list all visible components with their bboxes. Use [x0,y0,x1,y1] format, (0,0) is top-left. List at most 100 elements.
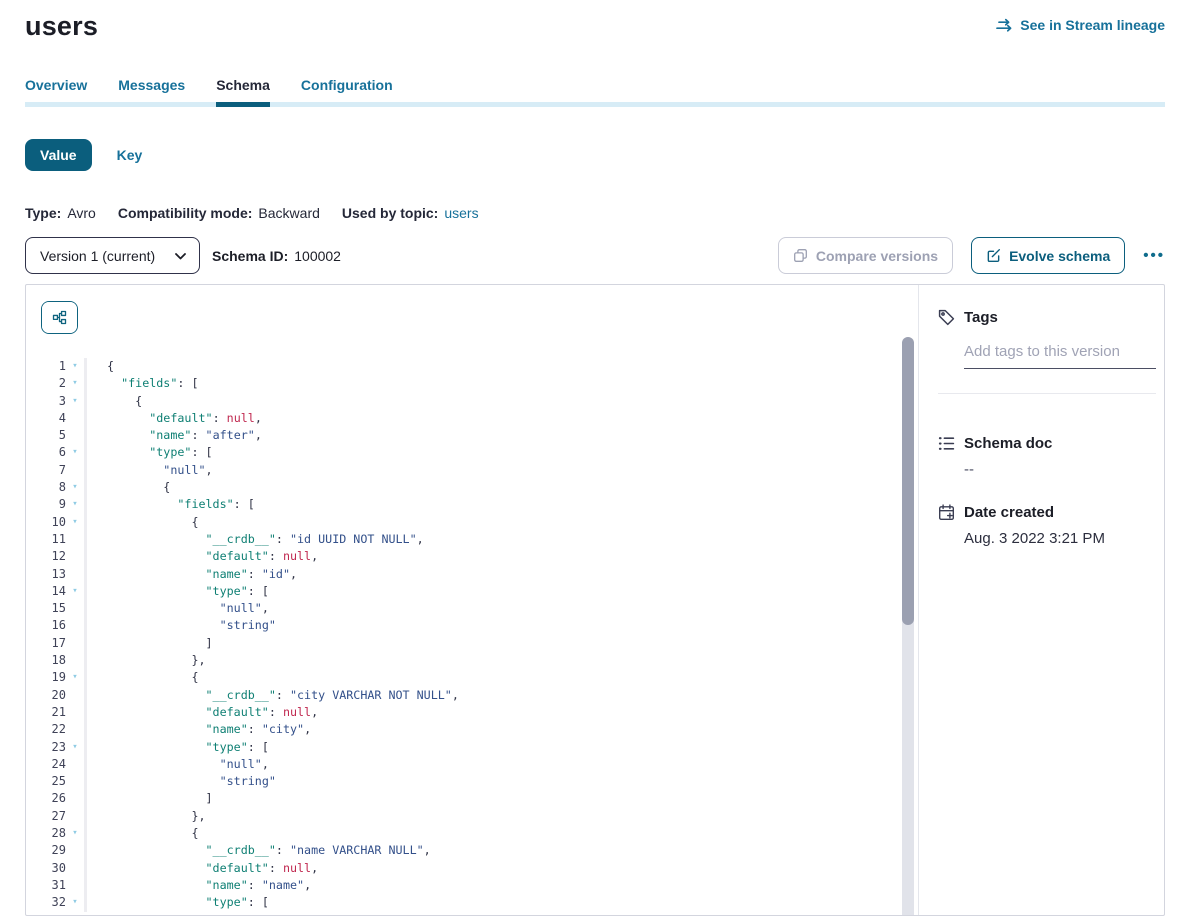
fold-arrow-icon[interactable]: ▾ [66,894,84,911]
fold-arrow-icon[interactable]: ▾ [66,479,84,496]
fold-arrow-icon[interactable]: ▾ [66,393,84,410]
tab-schema[interactable]: Schema [216,77,270,107]
tab-underline-track [25,102,1165,107]
fold-arrow-icon[interactable]: ▾ [66,825,84,842]
schema-doc-title: Schema doc [964,435,1052,452]
page-header: users See in Stream lineage [25,0,1165,42]
fold-gutter [66,410,84,427]
more-options-button[interactable]: ••• [1143,247,1165,264]
line-number: 27 [26,808,66,825]
code-line-text: "default": null, [84,548,898,565]
code-line-text: { [84,479,898,496]
line-number: 30 [26,860,66,877]
fold-arrow-icon[interactable]: ▾ [66,444,84,461]
fold-arrow-icon[interactable]: ▾ [66,375,84,392]
fold-arrow-icon[interactable]: ▾ [66,496,84,513]
compare-versions-icon [793,248,808,263]
schema-id: Schema ID: 100002 [212,248,341,264]
line-number: 22 [26,721,66,738]
stream-lineage-icon [996,18,1013,33]
code-line-text: "type": [ [84,894,898,911]
fold-gutter [66,548,84,565]
compare-versions-button[interactable]: Compare versions [778,237,953,274]
code-line: 16 "string" [26,617,898,634]
code-line-text: { [84,669,898,686]
line-number: 29 [26,842,66,859]
line-number: 2 [26,375,66,392]
see-in-stream-lineage-label: See in Stream lineage [1020,17,1165,33]
code-line: 23▾ "type": [ [26,739,898,756]
editor-scrollbar-track[interactable] [902,337,914,915]
code-line: 19▾ { [26,669,898,686]
line-number: 15 [26,600,66,617]
code-line: 30 "default": null, [26,860,898,877]
schema-sidebar: Tags Schema doc [918,285,1165,915]
code-line: 15 "null", [26,600,898,617]
chevron-down-icon [175,253,186,260]
fold-gutter [66,652,84,669]
code-line: 20 "__crdb__": "city VARCHAR NOT NULL", [26,687,898,704]
code-line-text: ] [84,635,898,652]
fold-arrow-icon[interactable]: ▾ [66,358,84,375]
evolve-schema-label: Evolve schema [1009,248,1110,264]
fold-gutter [66,600,84,617]
line-number: 19 [26,669,66,686]
fold-arrow-icon[interactable]: ▾ [66,739,84,756]
line-number: 12 [26,548,66,565]
code-line: 2▾ "fields": [ [26,375,898,392]
evolve-schema-edit-icon [986,248,1001,263]
code-line-text: "default": null, [84,410,898,427]
code-line-text: "string" [84,773,898,790]
fold-arrow-icon[interactable]: ▾ [66,669,84,686]
line-number: 28 [26,825,66,842]
schema-editor: </> 1▾{2▾ "fields": [3▾ {4 "default": nu… [26,285,918,915]
schema-panel: </> 1▾{2▾ "fields": [3▾ {4 "default": nu… [25,284,1165,916]
schema-meta-row: Type: Avro Compatibility mode: Backward … [25,205,1165,221]
code-line: 4 "default": null, [26,410,898,427]
schema-id-label: Schema ID: [212,248,288,264]
version-select[interactable]: Version 1 (current) [25,237,200,274]
tab-bar: Overview Messages Schema Configuration [25,77,1165,107]
fold-gutter [66,427,84,444]
fold-arrow-icon[interactable]: ▾ [66,514,84,531]
editor-scrollbar-thumb[interactable] [902,337,914,625]
see-in-stream-lineage-link[interactable]: See in Stream lineage [996,17,1165,33]
code-editor-content[interactable]: 1▾{2▾ "fields": [3▾ {4 "default": null,5… [26,358,898,915]
code-line: 8▾ { [26,479,898,496]
schema-page: users See in Stream lineage Overview Mes… [0,0,1189,916]
line-number: 6 [26,444,66,461]
calendar-icon [938,504,955,521]
code-line: 12 "default": null, [26,548,898,565]
add-tags-input[interactable] [964,343,1156,369]
editor-view-toggle: </> [41,301,78,334]
schema-doc-section: Schema doc -- [938,435,1156,478]
value-key-toggle: Value Key [25,139,1165,171]
code-line-text: "__crdb__": "name VARCHAR NULL", [84,842,898,859]
code-line: 31 "name": "name", [26,877,898,894]
key-tab-button[interactable]: Key [117,147,143,163]
line-number: 1 [26,358,66,375]
used-by-topic-link[interactable]: users [444,205,478,221]
type-label: Type: [25,205,61,221]
code-line-text: "null", [84,462,898,479]
code-line: 5 "name": "after", [26,427,898,444]
tags-title: Tags [964,309,998,326]
sidebar-divider [938,393,1156,394]
fold-arrow-icon[interactable]: ▾ [66,583,84,600]
page-title: users [25,11,98,42]
used-by-topic-label: Used by topic: [342,205,438,221]
schema-toolbar: Version 1 (current) Schema ID: 100002 Co… [25,237,1165,274]
code-line: 1▾{ [26,358,898,375]
code-line: 32▾ "type": [ [26,894,898,911]
code-line-text: { [84,514,898,531]
tree-view-button[interactable] [42,302,77,333]
value-tab-button[interactable]: Value [25,139,92,171]
evolve-schema-button[interactable]: Evolve schema [971,237,1125,274]
line-number: 13 [26,566,66,583]
code-line-text: { [84,825,898,842]
compatibility-pair: Compatibility mode: Backward [118,205,320,221]
fold-gutter [66,790,84,807]
code-line-text: "default": null, [84,860,898,877]
line-number: 9 [26,496,66,513]
line-number: 7 [26,462,66,479]
